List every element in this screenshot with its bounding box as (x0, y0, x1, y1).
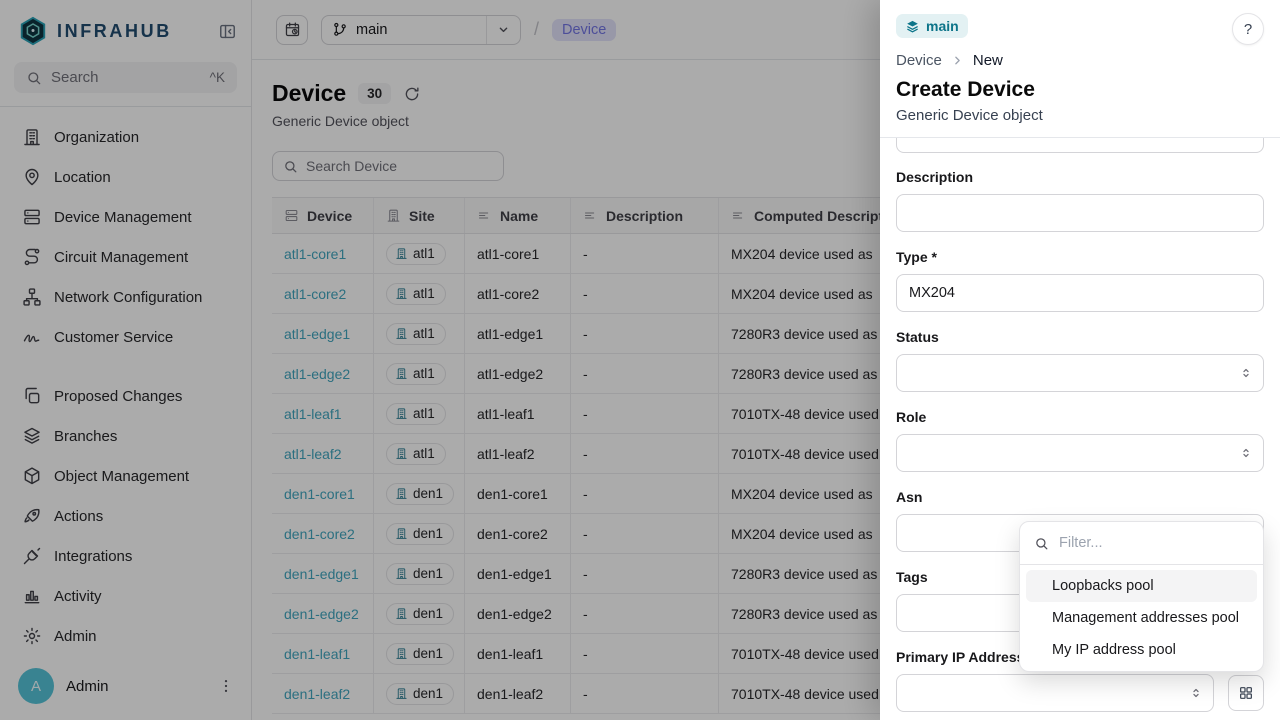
field-group-role: Role (896, 409, 1264, 472)
field-label: Type * (896, 249, 1264, 266)
chevron-right-icon (951, 54, 964, 67)
drawer-breadcrumb: Device New (896, 52, 1264, 69)
unfold-chevrons-icon (1189, 686, 1203, 700)
primary-ip-select[interactable] (896, 674, 1214, 712)
pool-select-popup: Loopbacks poolManagement addresses poolM… (1019, 521, 1264, 672)
status-select[interactable] (896, 354, 1264, 392)
pool-option-loopbacks-pool[interactable]: Loopbacks pool (1026, 570, 1257, 602)
popup-options: Loopbacks poolManagement addresses poolM… (1020, 565, 1263, 671)
branch-badge-label: main (926, 18, 959, 34)
pool-option-my-ip-address-pool[interactable]: My IP address pool (1026, 634, 1257, 666)
search-icon (1034, 536, 1049, 551)
type-input[interactable]: MX204 (896, 274, 1264, 312)
breadcrumb-current: New (973, 52, 1003, 69)
field-group-description: Description (896, 169, 1264, 232)
field-label: Role (896, 409, 1264, 426)
description-input[interactable] (896, 194, 1264, 232)
pool-picker-grid-icon[interactable] (1228, 675, 1264, 711)
popup-filter-input[interactable] (1059, 535, 1249, 551)
drawer-title: Create Device (896, 78, 1264, 102)
popup-filter-row (1020, 522, 1263, 565)
role-select[interactable] (896, 434, 1264, 472)
breadcrumb-parent[interactable]: Device (896, 52, 942, 69)
field-label: Asn (896, 489, 1264, 506)
field-group-status: Status (896, 329, 1264, 392)
help-button[interactable]: ? (1232, 13, 1264, 45)
drawer-subtitle: Generic Device object (896, 107, 1264, 124)
pool-option-management-addresses-pool[interactable]: Management addresses pool (1026, 602, 1257, 634)
unfold-chevrons-icon (1239, 366, 1253, 380)
partial-field[interactable] (896, 138, 1264, 153)
layers-icon (905, 19, 920, 34)
drawer-header: main ? Device New Create Device Generic … (880, 0, 1280, 138)
field-group-type: Type * MX204 (896, 249, 1264, 312)
field-label: Description (896, 169, 1264, 186)
field-label: Status (896, 329, 1264, 346)
branch-badge[interactable]: main (896, 14, 968, 38)
unfold-chevrons-icon (1239, 446, 1253, 460)
